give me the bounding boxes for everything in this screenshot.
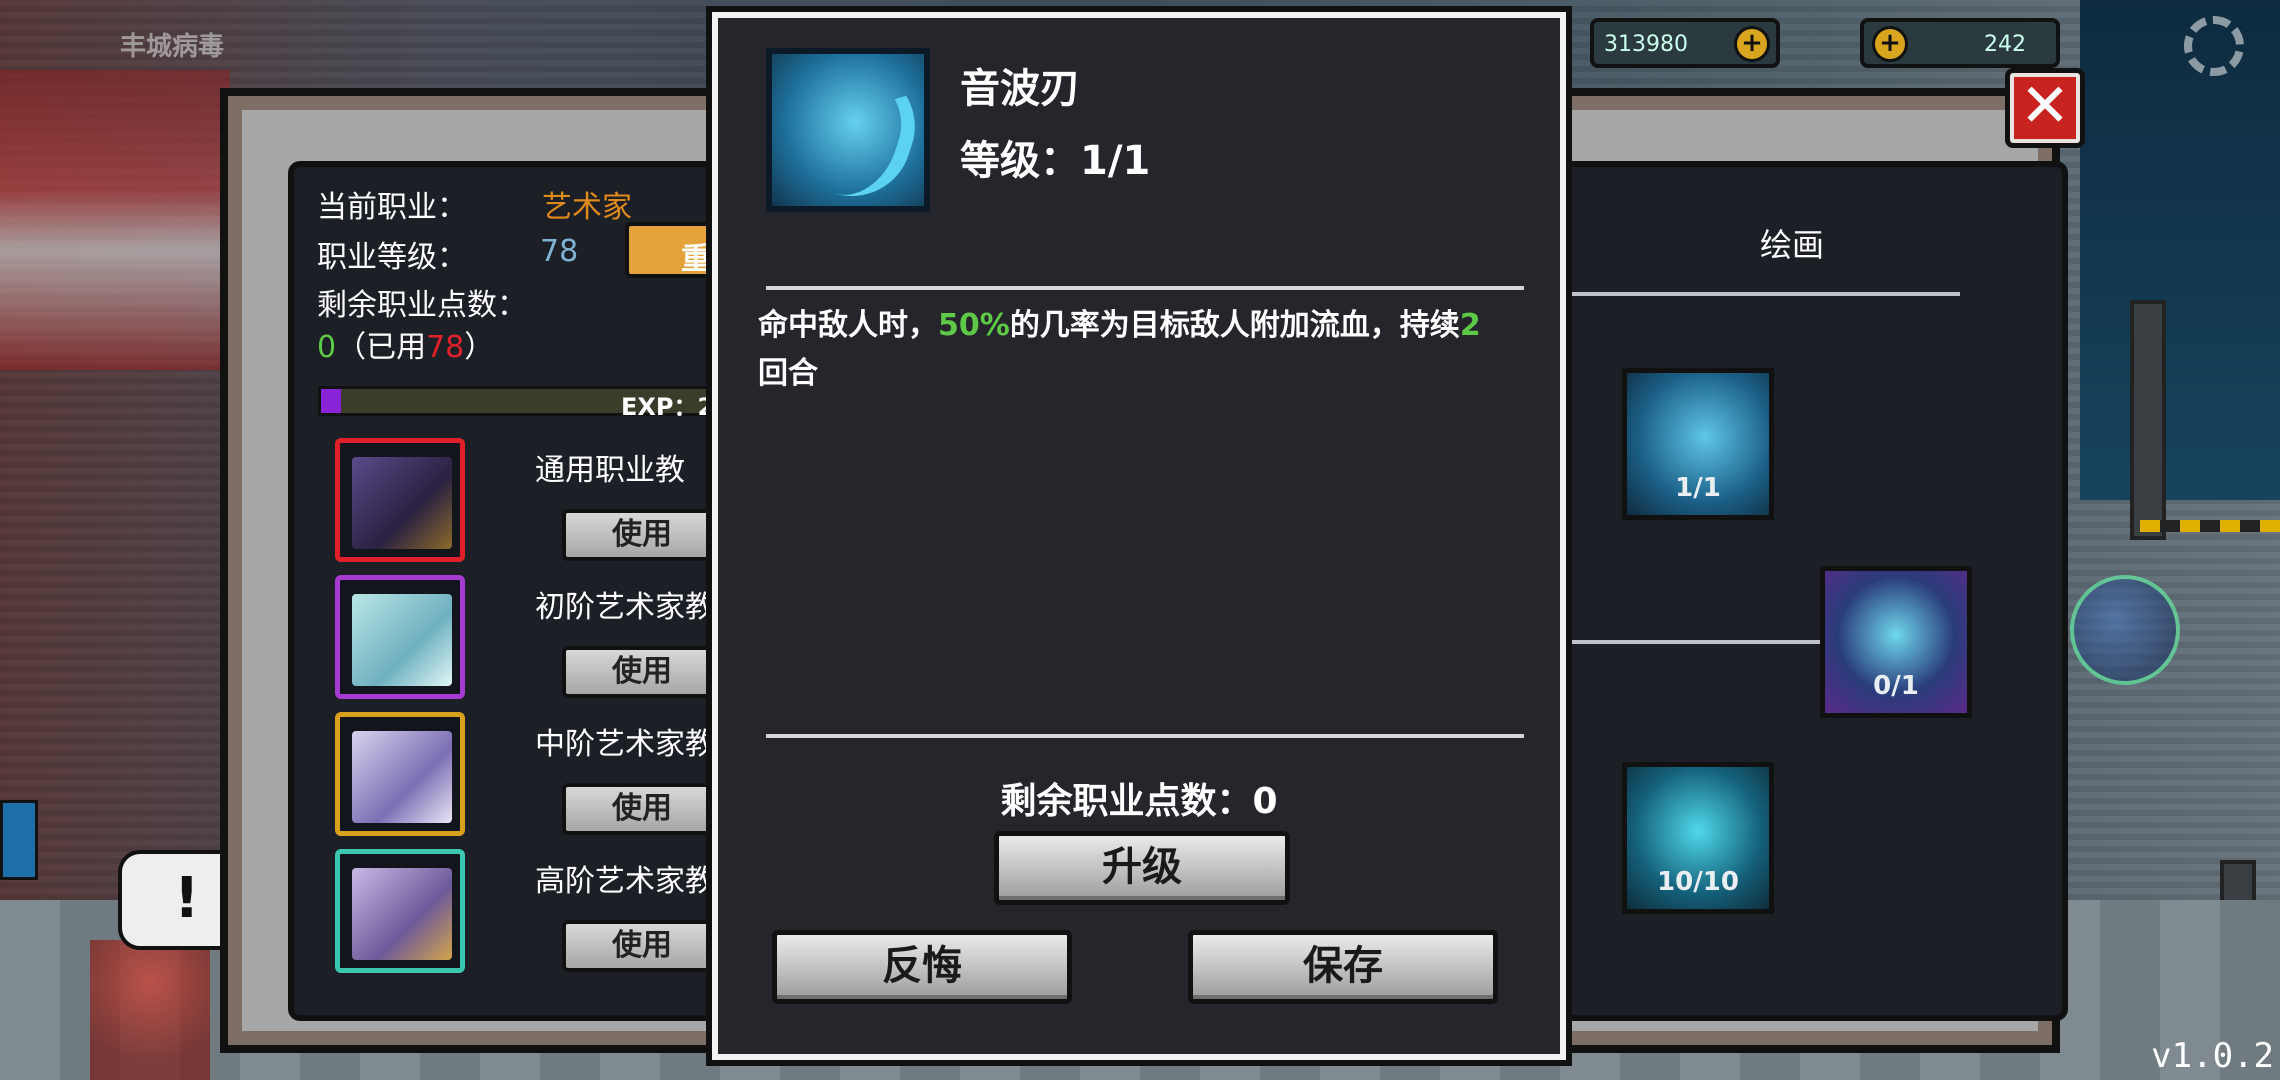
sonic-blade-icon bbox=[766, 48, 930, 212]
skill-node-sonic-blade[interactable]: 1/1 bbox=[1622, 368, 1774, 520]
water-area bbox=[2080, 0, 2280, 500]
skill-description: 命中敌人时，50%的几率为目标敌人附加流血，持续2 回合 bbox=[758, 308, 1481, 391]
exclamation-icon: ! bbox=[174, 866, 200, 931]
add-money-icon[interactable]: + bbox=[1734, 26, 1770, 62]
book-item: 高阶艺术家教 使用 bbox=[335, 849, 722, 973]
use-button[interactable]: 使用 bbox=[562, 509, 722, 561]
undo-button[interactable]: 反悔 bbox=[772, 930, 1072, 1004]
remaining-points-label: 剩余职业点数： bbox=[317, 288, 527, 323]
hud-title: 丰城病毒 bbox=[120, 32, 225, 62]
use-button[interactable]: 使用 bbox=[562, 920, 722, 972]
book-icon[interactable] bbox=[352, 731, 452, 823]
book-item: 中阶艺术家教 使用 bbox=[335, 712, 722, 836]
book-icon[interactable] bbox=[352, 457, 452, 549]
tree-connector bbox=[1570, 640, 1820, 644]
book-icon[interactable] bbox=[352, 594, 452, 686]
skill-node-undo[interactable]: 10/10 bbox=[1622, 762, 1774, 914]
skill-level: 等级：1/1 bbox=[960, 138, 1151, 184]
add-gems-icon[interactable]: + bbox=[1872, 26, 1908, 62]
book-item: 初阶艺术家教 使用 bbox=[335, 575, 722, 699]
vehicle-sprite bbox=[0, 70, 230, 370]
remaining-points-row: 0（已用78） bbox=[317, 330, 495, 365]
current-job-value: 艺术家 bbox=[542, 190, 632, 225]
divider bbox=[766, 734, 1524, 738]
gem-value: 242 bbox=[1984, 32, 2026, 57]
exp-fill bbox=[321, 389, 341, 413]
current-job-row: 当前职业： bbox=[317, 190, 467, 225]
remaining-points-text: 剩余职业点数：0 bbox=[1000, 781, 1278, 822]
skill-title: 音波刃 bbox=[960, 66, 1080, 112]
hazard-stripe bbox=[2140, 520, 2280, 532]
gear-icon[interactable] bbox=[2184, 16, 2244, 76]
gem-counter: + 242 bbox=[1860, 18, 2060, 68]
use-button[interactable]: 使用 bbox=[562, 783, 722, 835]
exp-text: EXP：2 bbox=[621, 393, 715, 421]
tab-painting[interactable]: 绘画 bbox=[1760, 220, 1824, 266]
close-icon: ✕ bbox=[2019, 71, 2071, 141]
globe-sprite bbox=[2070, 575, 2180, 685]
upgrade-button[interactable]: 升级 bbox=[994, 831, 1290, 905]
money-counter: 313980 + bbox=[1590, 18, 1780, 68]
tree-divider bbox=[1570, 292, 1960, 296]
exp-bar: EXP：2 bbox=[318, 386, 718, 421]
divider bbox=[766, 286, 1524, 290]
use-button[interactable]: 使用 bbox=[562, 646, 722, 698]
money-value: 313980 bbox=[1604, 32, 1688, 57]
job-level-value: 78 bbox=[540, 234, 579, 269]
side-tab[interactable] bbox=[0, 800, 38, 880]
pipe-sprite bbox=[2130, 300, 2166, 540]
character-sprite bbox=[90, 940, 210, 1080]
book-icon[interactable] bbox=[352, 868, 452, 960]
save-button[interactable]: 保存 bbox=[1188, 930, 1498, 1004]
skill-node-skull[interactable]: 0/1 bbox=[1820, 566, 1972, 718]
reset-job-button[interactable]: 重 bbox=[625, 222, 715, 278]
skill-detail-dialog: 音波刃 等级：1/1 命中敌人时，50%的几率为目标敌人附加流血，持续2 回合 剩… bbox=[712, 12, 1566, 1060]
version-label: v1.0.2 bbox=[2151, 1036, 2274, 1076]
book-item: 通用职业教 使用 bbox=[335, 438, 722, 562]
close-button[interactable]: ✕ bbox=[2005, 68, 2085, 148]
job-level-label: 职业等级： bbox=[317, 240, 467, 275]
